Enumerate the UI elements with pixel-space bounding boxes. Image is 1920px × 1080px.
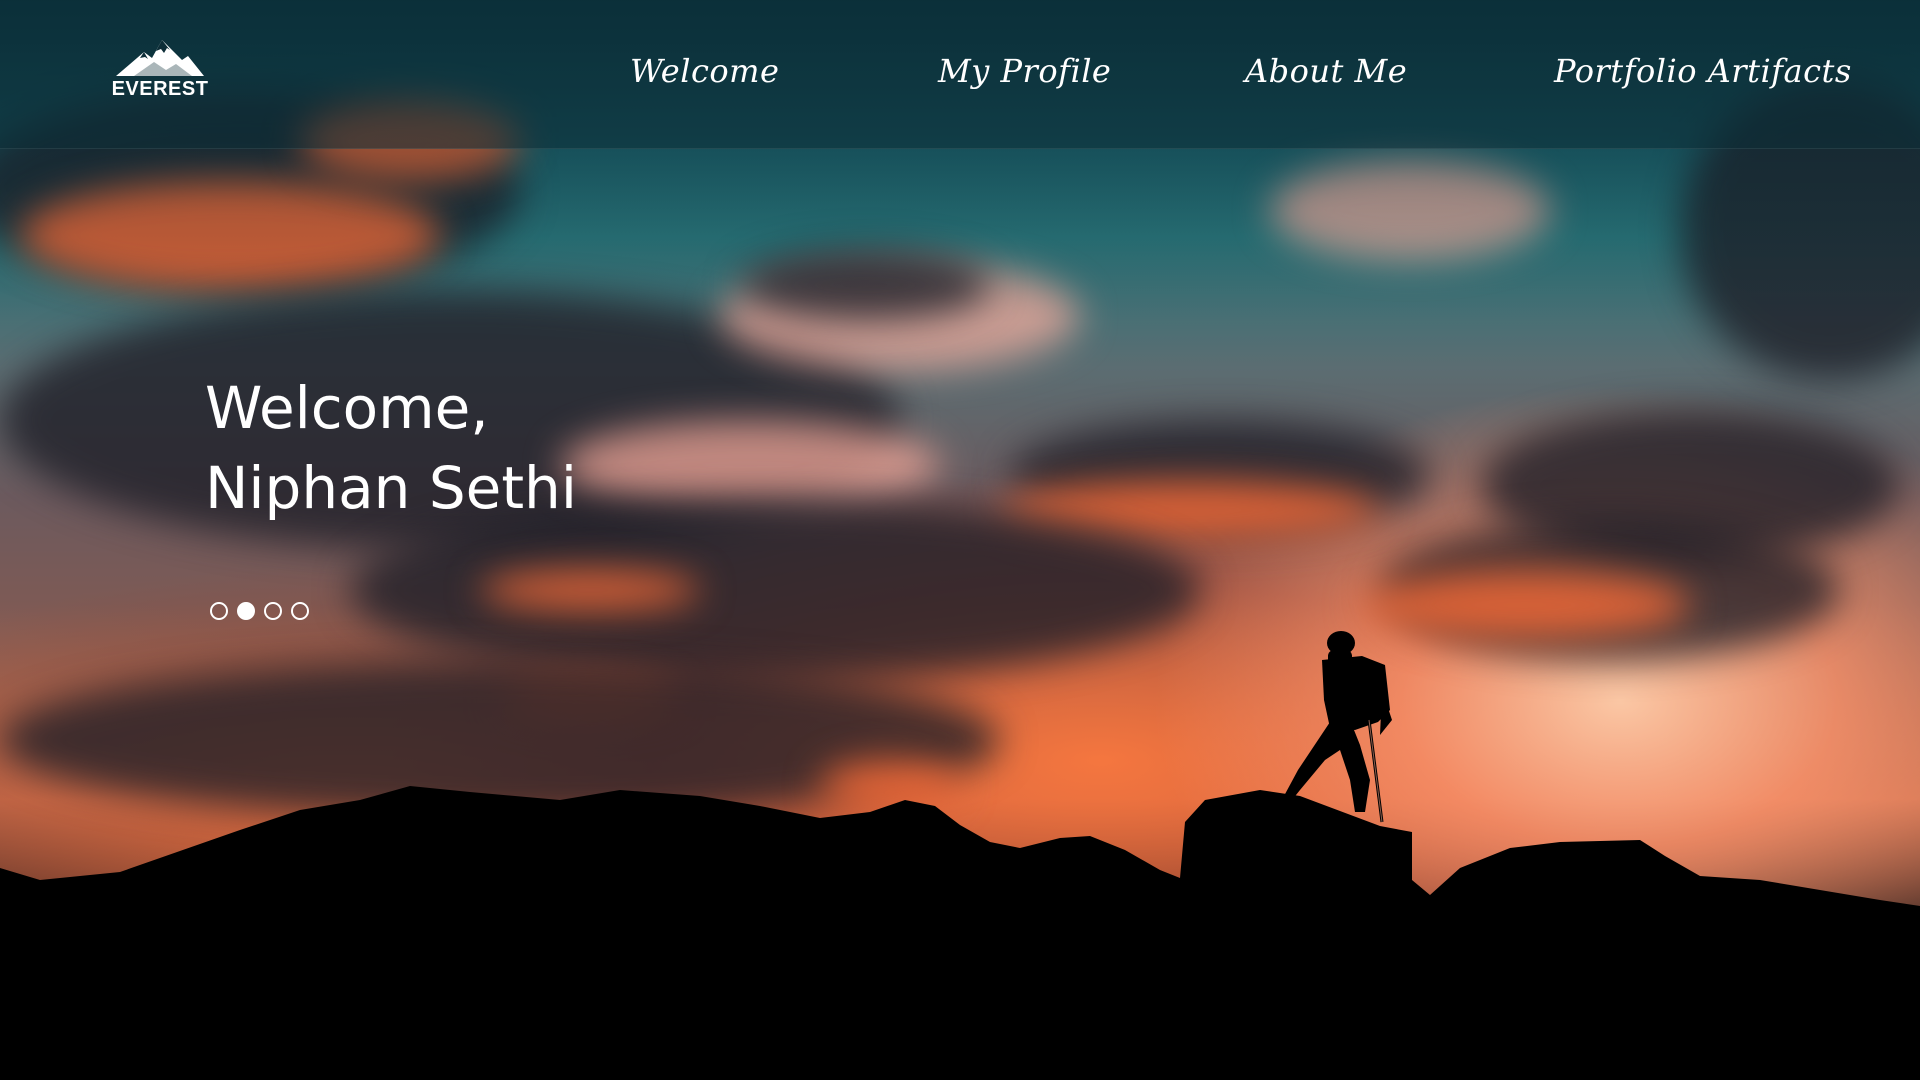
mountain-silhouette <box>0 631 1920 1080</box>
carousel-dot-4[interactable] <box>291 602 309 620</box>
landing-page: EVEREST Welcome My Profile About Me Port… <box>0 0 1920 1080</box>
hero-greeting: Welcome, <box>205 374 489 442</box>
carousel-dot-3[interactable] <box>264 602 282 620</box>
top-navbar: EVEREST Welcome My Profile About Me Port… <box>0 0 1920 149</box>
main-nav: Welcome My Profile About Me Portfolio Ar… <box>0 52 1920 102</box>
carousel-indicators <box>210 602 309 624</box>
nav-link-my-profile[interactable]: My Profile <box>938 52 1111 90</box>
nav-link-portfolio-artifacts[interactable]: Portfolio Artifacts <box>1554 52 1852 90</box>
nav-link-about-me[interactable]: About Me <box>1245 52 1407 90</box>
hero-heading: Welcome, Niphan Sethi <box>205 368 577 528</box>
nav-link-welcome[interactable]: Welcome <box>630 52 779 90</box>
carousel-dot-1[interactable] <box>210 602 228 620</box>
carousel-dot-2[interactable] <box>237 602 255 620</box>
hero-user-name: Niphan Sethi <box>205 454 577 522</box>
